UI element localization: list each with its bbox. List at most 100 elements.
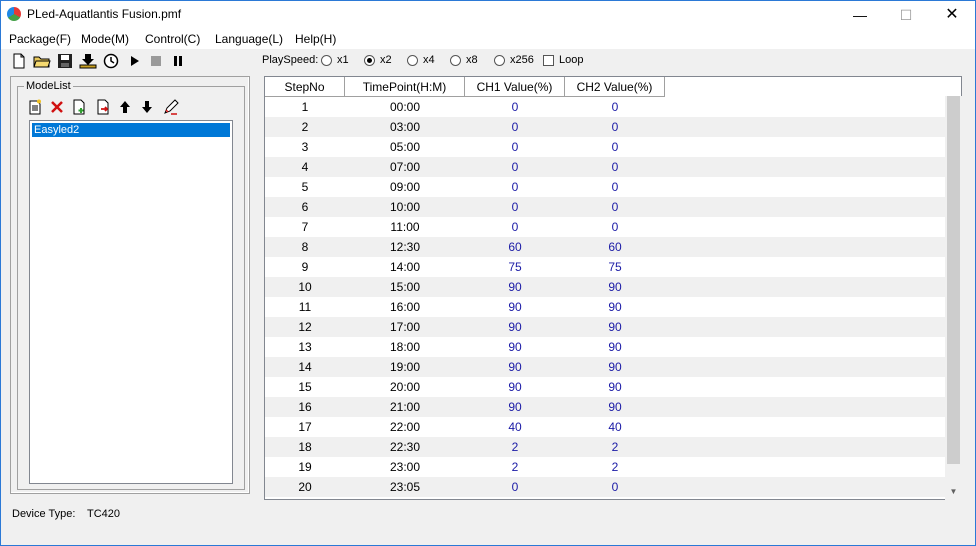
cell-stepno[interactable]: 14 xyxy=(265,357,345,377)
cell-ch2[interactable]: 90 xyxy=(565,297,665,317)
menu-package[interactable]: Package(F) xyxy=(9,29,71,49)
cell-stepno[interactable]: 13 xyxy=(265,337,345,357)
scrollbar-thumb[interactable] xyxy=(947,96,960,464)
cell-ch1[interactable]: 0 xyxy=(465,137,565,157)
cell-stepno[interactable]: 3 xyxy=(265,137,345,157)
cell-stepno[interactable]: 15 xyxy=(265,377,345,397)
cell-ch1[interactable]: 90 xyxy=(465,357,565,377)
table-row[interactable]: 18 22:30 2 2 xyxy=(265,437,945,457)
cell-ch1[interactable]: 90 xyxy=(465,297,565,317)
cell-ch1[interactable]: 90 xyxy=(465,317,565,337)
cell-ch2[interactable]: 2 xyxy=(565,457,665,477)
cell-timepoint[interactable]: 18:00 xyxy=(345,337,465,357)
menu-control[interactable]: Control(C) xyxy=(145,29,200,49)
cell-timepoint[interactable]: 11:00 xyxy=(345,217,465,237)
cell-timepoint[interactable]: 07:00 xyxy=(345,157,465,177)
new-file-icon[interactable] xyxy=(9,51,29,71)
stop-icon[interactable] xyxy=(146,51,166,71)
cell-timepoint[interactable]: 20:00 xyxy=(345,377,465,397)
table-row[interactable]: 1 00:00 0 0 xyxy=(265,97,945,117)
move-down-icon[interactable] xyxy=(138,98,156,116)
cell-stepno[interactable]: 20 xyxy=(265,477,345,497)
cell-timepoint[interactable]: 05:00 xyxy=(345,137,465,157)
cell-timepoint[interactable]: 21:00 xyxy=(345,397,465,417)
cell-stepno[interactable]: 11 xyxy=(265,297,345,317)
cell-ch2[interactable]: 0 xyxy=(565,137,665,157)
cell-stepno[interactable]: 18 xyxy=(265,437,345,457)
maximize-button[interactable]: ☐ xyxy=(883,1,929,29)
cell-timepoint[interactable]: 12:30 xyxy=(345,237,465,257)
cell-timepoint[interactable]: 00:00 xyxy=(345,97,465,117)
cell-ch2[interactable]: 90 xyxy=(565,357,665,377)
table-row[interactable]: 3 05:00 0 0 xyxy=(265,137,945,157)
cell-stepno[interactable]: 16 xyxy=(265,397,345,417)
menu-mode[interactable]: Mode(M) xyxy=(81,29,129,49)
scroll-down-icon[interactable]: ▼ xyxy=(945,483,962,500)
cell-stepno[interactable]: 5 xyxy=(265,177,345,197)
cell-timepoint[interactable]: 16:00 xyxy=(345,297,465,317)
cell-stepno[interactable]: 17 xyxy=(265,417,345,437)
cell-ch2[interactable]: 0 xyxy=(565,477,665,497)
export-icon[interactable] xyxy=(94,98,112,116)
new-mode-icon[interactable] xyxy=(26,98,44,116)
cell-ch1[interactable]: 0 xyxy=(465,477,565,497)
cell-ch1[interactable]: 75 xyxy=(465,257,565,277)
speed-x2-radio[interactable] xyxy=(364,55,375,66)
cell-timepoint[interactable]: 22:30 xyxy=(345,437,465,457)
minimize-button[interactable]: — xyxy=(837,1,883,29)
cell-ch2[interactable]: 40 xyxy=(565,417,665,437)
cell-ch1[interactable]: 0 xyxy=(465,117,565,137)
delete-icon[interactable] xyxy=(48,98,66,116)
cell-ch2[interactable]: 90 xyxy=(565,317,665,337)
table-row[interactable]: 5 09:00 0 0 xyxy=(265,177,945,197)
cell-ch2[interactable]: 90 xyxy=(565,277,665,297)
download-icon[interactable] xyxy=(78,51,98,71)
cell-ch1[interactable]: 0 xyxy=(465,177,565,197)
loop-checkbox[interactable] xyxy=(543,55,554,66)
table-row[interactable]: 13 18:00 90 90 xyxy=(265,337,945,357)
cell-ch1[interactable]: 90 xyxy=(465,397,565,417)
edit-icon[interactable] xyxy=(162,98,180,116)
clock-icon[interactable] xyxy=(101,51,121,71)
play-icon[interactable] xyxy=(125,51,145,71)
column-header-timepoint[interactable]: TimePoint(H:M) xyxy=(345,77,465,97)
column-header-ch2[interactable]: CH2 Value(%) xyxy=(565,77,665,97)
cell-ch1[interactable]: 0 xyxy=(465,217,565,237)
move-up-icon[interactable] xyxy=(116,98,134,116)
table-row[interactable]: 16 21:00 90 90 xyxy=(265,397,945,417)
table-row[interactable]: 2 03:00 0 0 xyxy=(265,117,945,137)
table-row[interactable]: 19 23:00 2 2 xyxy=(265,457,945,477)
cell-ch1[interactable]: 0 xyxy=(465,157,565,177)
add-icon[interactable] xyxy=(70,98,88,116)
table-row[interactable]: 20 23:05 0 0 xyxy=(265,477,945,497)
cell-ch1[interactable]: 60 xyxy=(465,237,565,257)
cell-ch2[interactable]: 0 xyxy=(565,197,665,217)
cell-timepoint[interactable]: 15:00 xyxy=(345,277,465,297)
open-folder-icon[interactable] xyxy=(32,51,52,71)
cell-ch1[interactable]: 0 xyxy=(465,97,565,117)
cell-ch1[interactable]: 40 xyxy=(465,417,565,437)
speed-x256-radio[interactable] xyxy=(494,55,505,66)
cell-ch2[interactable]: 90 xyxy=(565,377,665,397)
cell-ch2[interactable]: 60 xyxy=(565,237,665,257)
table-row[interactable]: 11 16:00 90 90 xyxy=(265,297,945,317)
cell-ch2[interactable]: 90 xyxy=(565,337,665,357)
menu-help[interactable]: Help(H) xyxy=(295,29,336,49)
table-row[interactable]: 6 10:00 0 0 xyxy=(265,197,945,217)
cell-stepno[interactable]: 10 xyxy=(265,277,345,297)
cell-stepno[interactable]: 4 xyxy=(265,157,345,177)
cell-timepoint[interactable]: 03:00 xyxy=(345,117,465,137)
cell-stepno[interactable]: 12 xyxy=(265,317,345,337)
table-row[interactable]: 10 15:00 90 90 xyxy=(265,277,945,297)
cell-ch2[interactable]: 2 xyxy=(565,437,665,457)
cell-stepno[interactable]: 2 xyxy=(265,117,345,137)
speed-x4-radio[interactable] xyxy=(407,55,418,66)
mode-listbox[interactable]: Easyled2 xyxy=(29,120,233,484)
table-row[interactable]: 15 20:00 90 90 xyxy=(265,377,945,397)
cell-ch1[interactable]: 90 xyxy=(465,277,565,297)
cell-ch2[interactable]: 0 xyxy=(565,117,665,137)
list-item[interactable]: Easyled2 xyxy=(32,123,230,137)
cell-timepoint[interactable]: 23:05 xyxy=(345,477,465,497)
column-header-ch1[interactable]: CH1 Value(%) xyxy=(465,77,565,97)
cell-ch2[interactable]: 0 xyxy=(565,97,665,117)
